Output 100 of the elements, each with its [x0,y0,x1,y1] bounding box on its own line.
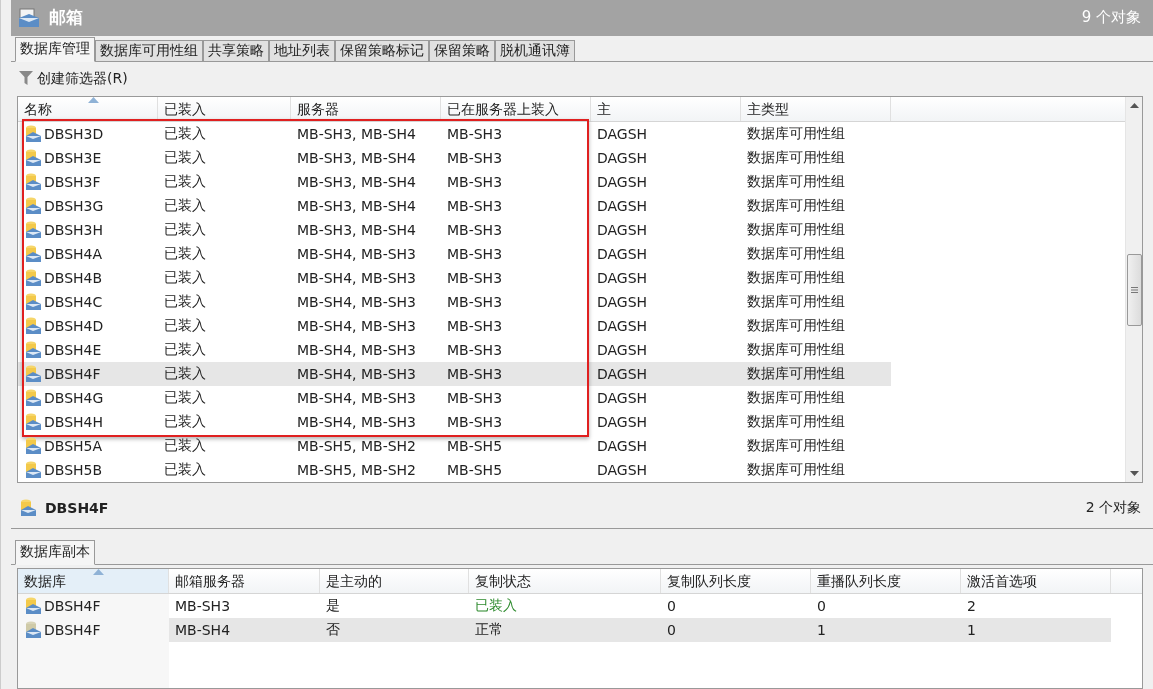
scroll-down-icon[interactable] [1129,470,1139,476]
table-row[interactable]: DBSH4F MB-SH4 否 正常 0 1 1 [18,617,1111,642]
table-row[interactable]: DBSH4D 已装入 MB-SH4, MB-SH3 MB-SH3 DAGSH 数据库可用性组 [18,313,891,338]
table-row[interactable]: DBSH3D 已装入 MB-SH3, MB-SH4 MB-SH3 DAGSH 数据库可用性组 [18,121,891,146]
database-icon [24,411,42,432]
database-icon [24,619,42,640]
table-cell: DBSH4C [44,293,103,310]
table-cell: 数据库可用性组 [747,220,845,239]
table-cell: 已装入 [164,436,206,455]
table-cell: 数据库可用性组 [747,292,845,311]
tab[interactable]: 数据库副本 [15,539,95,565]
table-row[interactable]: DBSH4H 已装入 MB-SH4, MB-SH3 MB-SH3 DAGSH 数据库可用性组 [18,409,891,434]
table-row[interactable]: DBSH3H 已装入 MB-SH3, MB-SH4 MB-SH3 DAGSH 数据库可用性组 [18,217,891,242]
table-cell: MB-SH3 [447,413,503,430]
table-cell: 数据库可用性组 [747,148,845,167]
table-row[interactable]: DBSH5B 已装入 MB-SH5, MB-SH2 MB-SH5 DAGSH 数据库可用性组 [18,457,891,482]
table-cell: MB-SH3, MB-SH4 [297,125,416,142]
table-cell: DBSH4G [44,389,104,406]
column-header[interactable]: 是主动的 [320,568,469,593]
table-cell: DAGSH [597,197,648,214]
column-header[interactable]: 数据库 [18,568,169,593]
scroll-up-icon[interactable] [1129,102,1139,108]
grip-icon [1130,286,1138,293]
table-cell: 已装入 [164,388,206,407]
table-row[interactable]: DBSH4E 已装入 MB-SH4, MB-SH3 MB-SH3 DAGSH 数据库可用性组 [18,337,891,362]
table-cell: DAGSH [597,245,648,262]
database-icon [24,171,42,192]
table-row[interactable]: DBSH4C 已装入 MB-SH4, MB-SH3 MB-SH3 DAGSH 数据库可用性组 [18,289,891,314]
table-cell: DBSH4F [44,621,101,638]
table-cell: DBSH4E [44,341,102,358]
table-cell: 数据库可用性组 [747,460,845,479]
table-cell: DBSH4H [44,413,103,430]
table-cell: MB-SH3 [447,197,503,214]
table-cell: DAGSH [597,461,648,478]
table-cell: DAGSH [597,317,648,334]
column-header[interactable]: 激活首选项 [961,568,1111,593]
column-header[interactable]: 已装入 [158,96,291,121]
column-header[interactable]: 服务器 [291,96,441,121]
table-cell: MB-SH4, MB-SH3 [297,293,416,310]
tab[interactable]: 保留策略标记 [335,39,429,62]
table-cell: MB-SH3 [447,173,503,190]
database-icon [24,459,42,480]
table-row[interactable]: DBSH4F 已装入 MB-SH4, MB-SH3 MB-SH3 DAGSH 数据库可用性组 [18,361,891,386]
table-cell: MB-SH4, MB-SH3 [297,413,416,430]
table-cell: DAGSH [597,173,648,190]
table-cell: MB-SH5 [447,437,503,454]
column-header[interactable]: 复制状态 [469,568,661,593]
create-filter-button[interactable]: 创建筛选器(R) [17,67,130,90]
column-header[interactable]: 主类型 [741,96,891,121]
database-icon [24,595,42,616]
table-row[interactable]: DBSH5A 已装入 MB-SH5, MB-SH2 MB-SH5 DAGSH 数据库可用性组 [18,433,891,458]
table-cell: 数据库可用性组 [747,388,845,407]
table-cell: MB-SH3 [447,365,503,382]
table-cell: MB-SH5 [447,461,503,478]
table-row[interactable]: DBSH4A 已装入 MB-SH4, MB-SH3 MB-SH3 DAGSH 数据库可用性组 [18,241,891,266]
table-cell: DBSH3H [44,221,103,238]
table-row[interactable]: DBSH4F MB-SH3 是 已装入 0 0 2 [18,593,1111,618]
scrollbar[interactable] [1125,96,1142,482]
table-cell: 0 [817,597,826,614]
table-cell: MB-SH4, MB-SH3 [297,269,416,286]
column-header[interactable]: 复制队列长度 [661,568,811,593]
table-cell: MB-SH4, MB-SH3 [297,341,416,358]
table-cell: 已装入 [164,268,206,287]
column-header[interactable]: 重播队列长度 [811,568,961,593]
table-cell: 已装入 [164,292,206,311]
table-cell: MB-SH4, MB-SH3 [297,389,416,406]
tab[interactable]: 共享策略 [203,39,269,62]
table-cell: MB-SH5, MB-SH2 [297,437,416,454]
table-cell: DAGSH [597,293,648,310]
table-row[interactable]: DBSH4G 已装入 MB-SH4, MB-SH3 MB-SH3 DAGSH 数据库可用性组 [18,385,891,410]
tab[interactable]: 数据库管理 [15,36,95,62]
filter-icon [19,71,33,87]
table-cell: MB-SH3 [447,149,503,166]
database-icon [24,315,42,336]
tab[interactable]: 保留策略 [429,39,495,62]
table-cell: MB-SH3, MB-SH4 [297,149,416,166]
column-header[interactable]: 名称 [18,96,158,121]
table-cell: 数据库可用性组 [747,244,845,263]
object-count: 9 个对象 [1081,8,1141,28]
table-row[interactable]: DBSH4B 已装入 MB-SH4, MB-SH3 MB-SH3 DAGSH 数据库可用性组 [18,265,891,290]
table-cell: 数据库可用性组 [747,316,845,335]
table-cell: MB-SH3 [447,389,503,406]
table-cell: 正常 [475,620,503,639]
database-icon [24,435,42,456]
column-header[interactable]: 已在服务器上装入 [441,96,591,121]
column-header[interactable]: 主 [591,96,741,121]
table-cell: DAGSH [597,365,648,382]
table-cell: DAGSH [597,437,648,454]
column-header[interactable]: 邮箱服务器 [169,568,320,593]
table-cell: DBSH3G [44,197,104,214]
table-row[interactable]: DBSH3G 已装入 MB-SH3, MB-SH4 MB-SH3 DAGSH 数据库可用性组 [18,193,891,218]
tab[interactable]: 脱机通讯簿 [495,39,575,62]
table-cell: MB-SH4, MB-SH3 [297,245,416,262]
tab[interactable]: 数据库可用性组 [95,39,203,62]
table-cell: 已装入 [164,220,206,239]
table-row[interactable]: DBSH3E 已装入 MB-SH3, MB-SH4 MB-SH3 DAGSH 数据库可用性组 [18,145,891,170]
table-row[interactable]: DBSH3F 已装入 MB-SH3, MB-SH4 MB-SH3 DAGSH 数据库可用性组 [18,169,891,194]
tab[interactable]: 地址列表 [269,39,335,62]
table-cell: MB-SH3 [447,221,503,238]
database-icon [24,339,42,360]
